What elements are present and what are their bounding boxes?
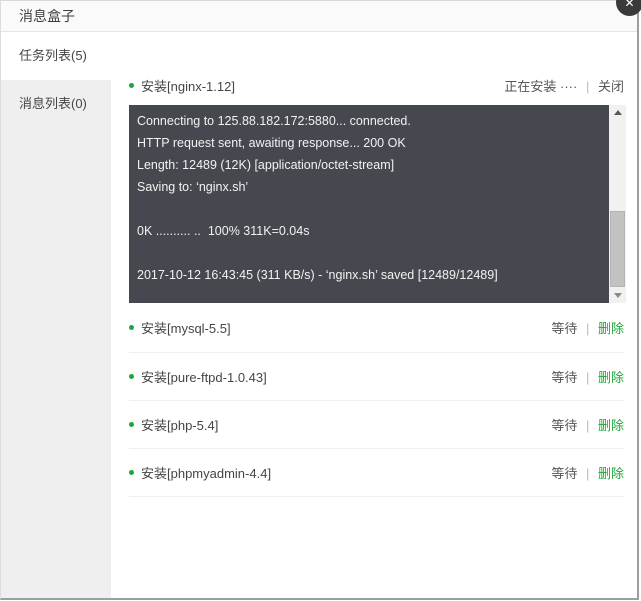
- dialog-header: 消息盒子: [1, 1, 637, 32]
- status-text: 等待: [551, 418, 578, 433]
- close-icon: ✕: [624, 0, 635, 10]
- message-box-dialog: 消息盒子 ✕ 任务列表(5) 消息列表(0) 安装[nginx-1.12] 正在…: [0, 0, 641, 600]
- sidebar-item-message-list[interactable]: 消息列表(0): [1, 80, 111, 128]
- task-row-phpmyadmin: 安装[phpmyadmin-4.4] 等待 | 删除: [129, 449, 624, 497]
- task-label: 安装[mysql-5.5]: [129, 318, 231, 337]
- green-dot-icon: [129, 82, 134, 88]
- task-label: 安装[php-5.4]: [129, 415, 218, 434]
- task-name: 安装[pure-ftpd-1.0.43]: [141, 370, 267, 385]
- delete-task-link[interactable]: 删除: [598, 321, 624, 336]
- task-label: 安装[nginx-1.12]: [129, 76, 235, 95]
- task-status: 等待 | 删除: [551, 367, 624, 386]
- green-dot-icon: [129, 325, 134, 330]
- green-dot-icon: [129, 470, 134, 475]
- green-dot-icon: [129, 374, 134, 379]
- close-console-link[interactable]: 关闭: [598, 79, 624, 94]
- task-status: 等待 | 删除: [551, 463, 624, 482]
- task-row-pure-ftpd: 安装[pure-ftpd-1.0.43] 等待 | 删除: [129, 353, 624, 401]
- task-label: 安装[phpmyadmin-4.4]: [129, 463, 271, 482]
- delete-task-link[interactable]: 删除: [598, 370, 624, 385]
- task-name: 安装[mysql-5.5]: [141, 321, 231, 336]
- sidebar-item-task-list[interactable]: 任务列表(5): [1, 32, 111, 80]
- console-line: 2017-10-12 16:43:45 (311 KB/s) - ‘nginx.…: [137, 268, 498, 282]
- console-output: Connecting to 125.88.182.172:5880... con…: [129, 108, 609, 303]
- task-name: 安装[nginx-1.12]: [141, 78, 235, 94]
- green-dot-icon: [129, 422, 134, 427]
- separator: |: [585, 321, 590, 336]
- task-row-php: 安装[php-5.4] 等待 | 删除: [129, 401, 624, 449]
- status-text: 等待: [551, 321, 578, 336]
- task-label: 安装[pure-ftpd-1.0.43]: [129, 367, 267, 386]
- sidebar: 任务列表(5) 消息列表(0): [1, 32, 111, 598]
- separator: |: [585, 418, 590, 433]
- task-row-nginx: 安装[nginx-1.12] 正在安装 ···· | 关闭: [129, 68, 624, 102]
- dialog-title: 消息盒子: [19, 8, 75, 24]
- console-line: Length: 12489 (12K) [application/octet-s…: [137, 158, 395, 172]
- delete-task-link[interactable]: 删除: [598, 466, 624, 481]
- scroll-up-arrow-icon[interactable]: [609, 105, 626, 120]
- console-scrollbar[interactable]: [609, 105, 626, 303]
- status-text: 等待: [551, 370, 578, 385]
- status-text: 正在安装 ····: [504, 78, 578, 94]
- delete-task-link[interactable]: 删除: [598, 418, 624, 433]
- console-line: 0K .......... .. 100% 311K=0.04s: [137, 224, 310, 238]
- task-name: 安装[phpmyadmin-4.4]: [141, 466, 272, 481]
- task-row-mysql: 安装[mysql-5.5] 等待 | 删除: [129, 303, 624, 353]
- task-panel: 安装[nginx-1.12] 正在安装 ···· | 关闭 Connecting…: [111, 32, 637, 598]
- scroll-down-arrow-icon[interactable]: [609, 288, 626, 303]
- task-status: 正在安装 ···· | 关闭: [504, 76, 624, 95]
- task-name: 安装[php-5.4]: [141, 418, 219, 433]
- console-line: HTTP request sent, awaiting response... …: [137, 136, 406, 150]
- console-line: Saving to: ‘nginx.sh’: [137, 180, 249, 194]
- separator: |: [585, 78, 590, 94]
- separator: |: [585, 466, 590, 481]
- console-line: Connecting to 125.88.182.172:5880... con…: [137, 114, 411, 128]
- install-console[interactable]: Connecting to 125.88.182.172:5880... con…: [129, 105, 626, 303]
- task-status: 等待 | 删除: [551, 415, 624, 434]
- task-status: 等待 | 删除: [551, 318, 624, 337]
- scrollbar-thumb[interactable]: [610, 211, 625, 287]
- separator: |: [585, 370, 590, 385]
- status-text: 等待: [551, 466, 578, 481]
